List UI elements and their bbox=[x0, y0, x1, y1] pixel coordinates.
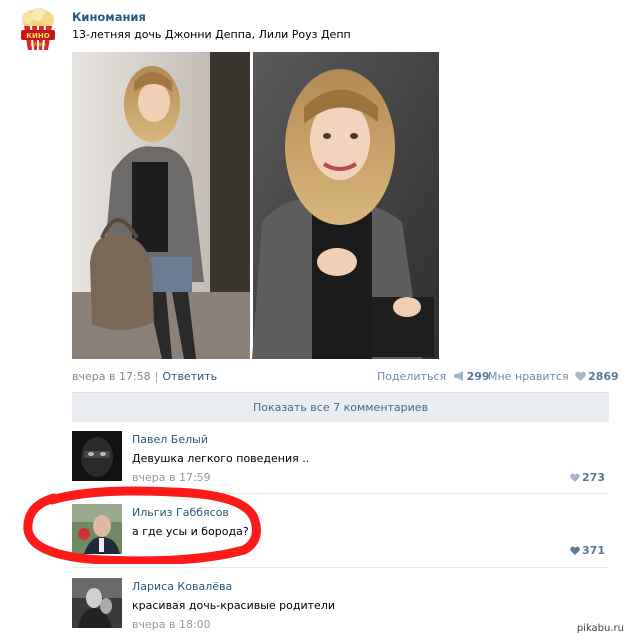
comment-avatar[interactable] bbox=[72, 504, 122, 554]
reply-link[interactable]: Ответить bbox=[162, 370, 217, 383]
comment-like-count: 273 bbox=[582, 471, 605, 484]
group-avatar[interactable]: КИНО МАНИЯ bbox=[18, 7, 58, 52]
comment-like-button[interactable]: 371 bbox=[567, 544, 605, 557]
heart-icon bbox=[575, 371, 586, 381]
comment-item: Лариса Ковалёва красивая дочь-красивые р… bbox=[72, 578, 609, 631]
meta-separator: | bbox=[154, 370, 159, 383]
comment-time[interactable]: вчера в 18:00 bbox=[132, 618, 211, 631]
comment-like-button[interactable]: 273 bbox=[567, 471, 605, 484]
svg-text:КИНО: КИНО bbox=[26, 32, 49, 40]
share-count: 299 bbox=[466, 370, 490, 383]
post-time[interactable]: вчера в 17:58 bbox=[72, 370, 151, 383]
group-name-link[interactable]: Киномания bbox=[72, 10, 146, 24]
like-count: 2869 bbox=[588, 370, 619, 383]
comment-time[interactable]: вчера в 17:59 bbox=[132, 471, 211, 484]
like-button[interactable]: Мне нравится 2869 bbox=[488, 370, 619, 383]
show-all-comments-button[interactable]: Показать все 7 комментариев bbox=[72, 392, 609, 422]
comment-author-link[interactable]: Павел Белый bbox=[132, 433, 208, 446]
comment-author-link[interactable]: Ильгиз Габбясов bbox=[132, 506, 229, 519]
popcorn-logo-icon: КИНО МАНИЯ bbox=[21, 7, 55, 51]
comment-text: Девушка легкого поведения .. bbox=[132, 452, 310, 465]
like-label: Мне нравится bbox=[488, 370, 569, 383]
post-meta: вчера в 17:58 | Ответить bbox=[72, 370, 217, 383]
post-text: 13-летняя дочь Джонни Деппа, Лили Роуз Д… bbox=[72, 28, 351, 41]
comment-like-count: 371 bbox=[582, 544, 605, 557]
comment-avatar[interactable] bbox=[72, 578, 122, 628]
share-label: Поделиться bbox=[377, 370, 447, 383]
share-button[interactable]: Поделиться 299 bbox=[377, 370, 490, 383]
comment-divider bbox=[72, 493, 609, 494]
svg-text:МАНИЯ: МАНИЯ bbox=[31, 42, 46, 47]
comment-author-link[interactable]: Лариса Ковалёва bbox=[132, 580, 232, 593]
comment-text: а где усы и борода? bbox=[132, 525, 249, 538]
comment-text: красивая дочь-красивые родители bbox=[132, 599, 336, 612]
heart-icon bbox=[570, 546, 580, 555]
megaphone-icon bbox=[453, 371, 463, 381]
comment-avatar[interactable] bbox=[72, 431, 122, 481]
comment-item: Ильгиз Габбясов а где усы и борода? 371 bbox=[72, 504, 609, 557]
heart-icon bbox=[570, 473, 580, 482]
comment-item: Павел Белый Девушка легкого поведения ..… bbox=[72, 431, 609, 484]
post-photo[interactable] bbox=[72, 52, 439, 359]
comment-divider bbox=[72, 567, 609, 568]
watermark: pikabu.ru bbox=[576, 623, 624, 634]
